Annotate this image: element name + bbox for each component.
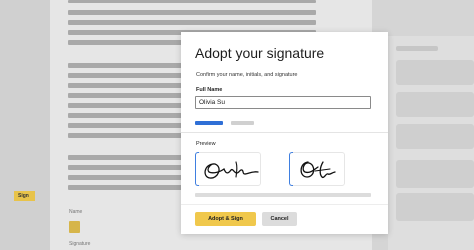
panel-header-bar [396,46,438,51]
adopt-and-sign-button[interactable]: Adopt & Sign [195,212,256,226]
sign-tag[interactable]: Sign [14,191,35,201]
panel-item [396,160,474,188]
text-line [68,10,316,15]
full-name-input[interactable] [195,96,371,109]
right-panel [388,36,474,250]
tab-signature-style[interactable] [231,121,254,125]
name-field-label: Name [69,209,83,215]
adopt-signature-modal: Adopt your signature Confirm your name, … [181,32,388,234]
panel-item [396,92,474,117]
tab-signature-style-active[interactable] [195,121,223,125]
preview-label: Preview [196,141,216,147]
text-line [68,20,316,25]
modal-subtitle: Confirm your name, initials, and signatu… [196,72,298,78]
initials-preview[interactable] [289,152,345,186]
disclosure-text-bar [195,193,371,197]
footer-divider [181,204,388,205]
full-name-label: Full Name [196,87,223,93]
panel-item [396,60,474,85]
selection-bracket [195,152,199,186]
name-field-box[interactable] [69,221,80,233]
panel-item [396,124,474,149]
signature-preview[interactable] [195,152,261,186]
signature-field-label: Signature [69,241,91,247]
initials-drawing [300,161,336,179]
divider [181,132,388,133]
selection-bracket [289,152,293,186]
signature-drawing [204,161,259,179]
panel-item [396,193,474,221]
cancel-button[interactable]: Cancel [262,212,297,226]
left-rail [0,0,50,250]
text-line [68,0,316,3]
modal-title: Adopt your signature [195,45,325,61]
